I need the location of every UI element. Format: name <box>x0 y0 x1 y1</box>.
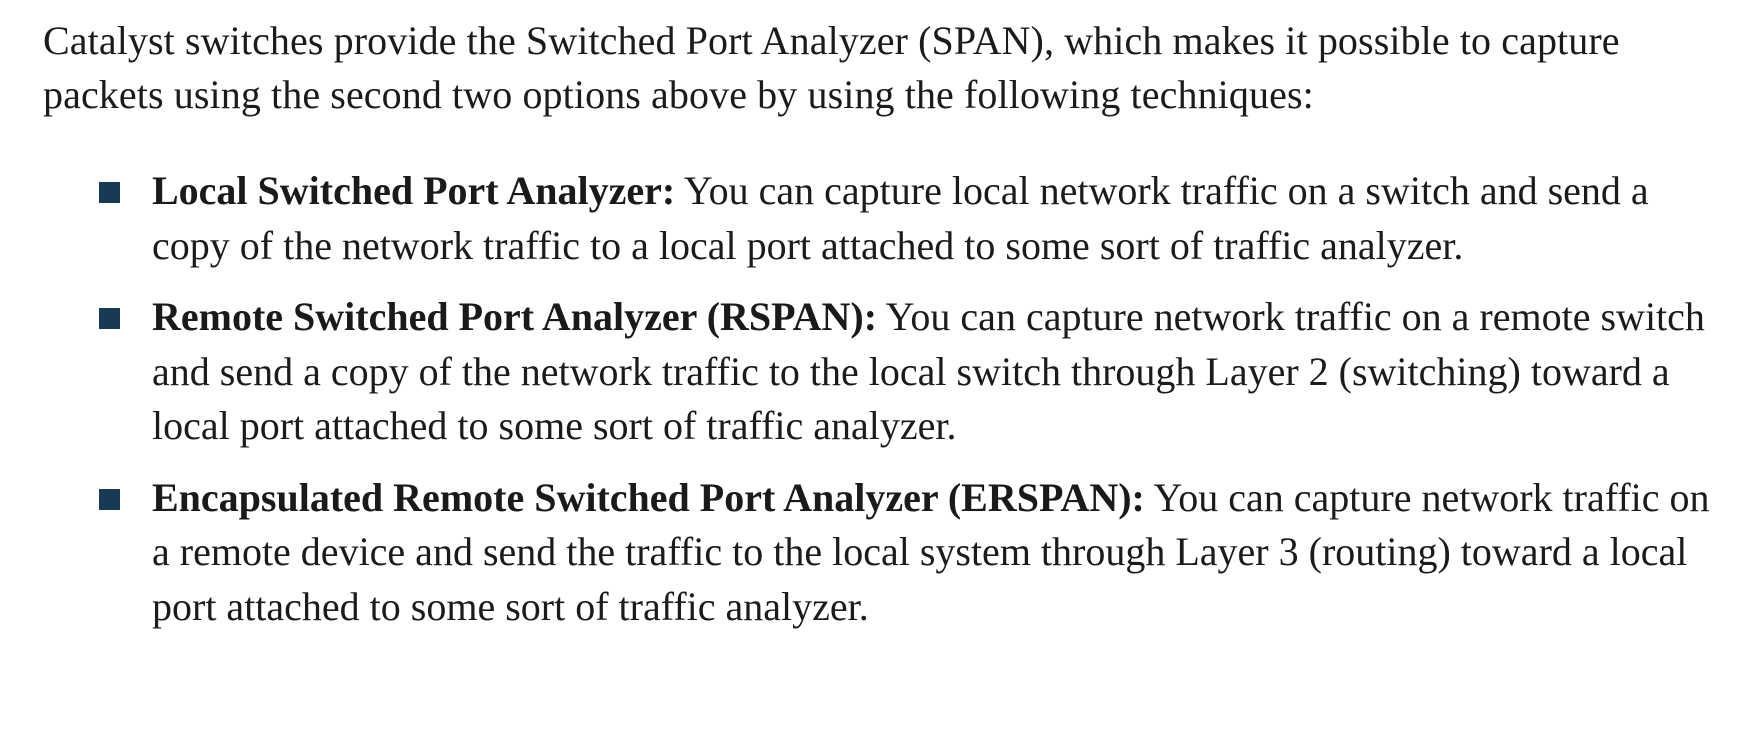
intro-paragraph: Catalyst switches provide the Switched P… <box>43 18 1620 117</box>
square-bullet-icon <box>99 182 120 203</box>
document-page: Catalyst switches provide the Switched P… <box>0 0 1752 742</box>
technique-list: Local Switched Port Analyzer: You can ca… <box>0 164 1752 651</box>
list-item-rspan: Remote Switched Port Analyzer (RSPAN): Y… <box>0 290 1752 454</box>
square-bullet-icon <box>99 308 120 329</box>
bullet-term: Local Switched Port Analyzer: <box>152 168 676 213</box>
list-item-erspan: Encapsulated Remote Switched Port Analyz… <box>0 471 1752 635</box>
bullet-term: Remote Switched Port Analyzer (RSPAN): <box>152 294 878 339</box>
square-bullet-icon <box>99 488 120 510</box>
list-item-local-span: Local Switched Port Analyzer: You can ca… <box>0 164 1752 273</box>
bullet-term: Encapsulated Remote Switched Port Analyz… <box>152 474 1145 520</box>
